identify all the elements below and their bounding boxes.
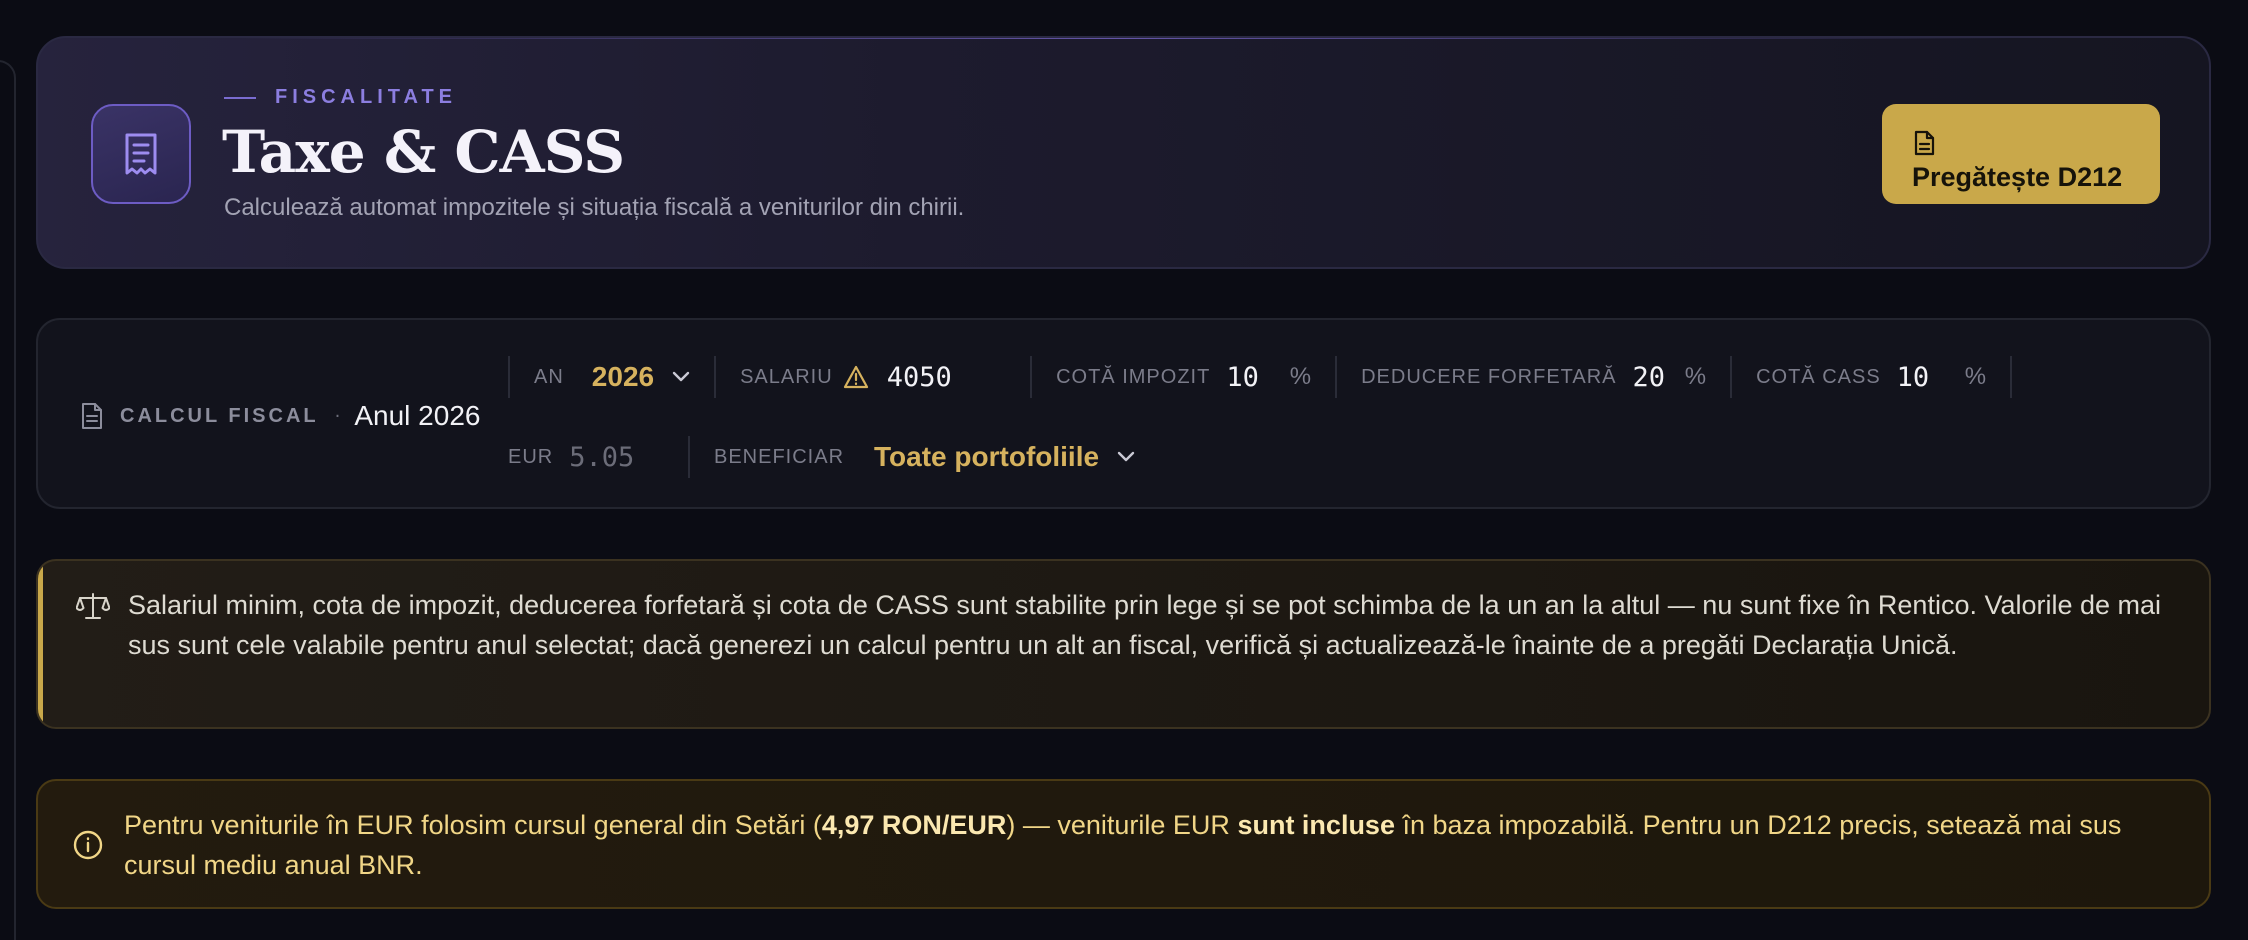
eur-rate-input[interactable]: 5.05: [569, 442, 634, 473]
scales-icon: [76, 593, 110, 619]
year-field: AN 2026: [510, 354, 714, 400]
fiscal-filter-card: CALCUL FISCAL · Anul 2026 AN 2026 SALARI…: [36, 318, 2211, 509]
prepare-d212-label: Pregătește D212: [1912, 161, 2123, 192]
salary-field: SALARIU 4050: [716, 354, 1030, 400]
document-icon: [1914, 130, 1935, 155]
flat-deduction-field: DEDUCERE FORFETARĂ 20 %: [1337, 354, 1730, 400]
chevron-down-icon: [672, 371, 690, 382]
year-label: AN: [534, 365, 564, 388]
filter-row-secondary: EUR 5.05 BENEFICIAR Toate portofoliile: [508, 434, 1159, 480]
alert-accent-bar: [38, 561, 43, 727]
tax-rate-input[interactable]: 10: [1226, 362, 1289, 393]
cass-rate-field: COTĂ CASS 10 %: [1732, 354, 2010, 400]
year-select-value: 2026: [591, 361, 655, 392]
page-title: Taxe & CASS: [222, 118, 625, 186]
eyebrow-dash: [224, 96, 256, 99]
fiscal-calc-label: CALCUL FISCAL: [120, 404, 319, 427]
cass-rate-label: COTĂ CASS: [1756, 365, 1881, 388]
flat-deduction-unit: %: [1684, 363, 1707, 390]
eur-notice-text: Pentru veniturile în EUR folosim cursul …: [124, 805, 2184, 885]
eyebrow-text: FISCALITATE: [275, 86, 458, 108]
eur-exchange-rate: 4,97 RON/EUR: [821, 810, 1007, 840]
salary-label: SALARIU: [740, 365, 833, 388]
eur-rate-field: EUR 5.05: [508, 434, 688, 480]
eur-included-emphasis: sunt incluse: [1237, 810, 1395, 840]
filter-row-primary: AN 2026 SALARIU 4050 COTĂ IMPOZIT 10 % D…: [508, 354, 2013, 400]
flat-deduction-label: DEDUCERE FORFETARĂ: [1361, 365, 1617, 388]
section-eyebrow: FISCALITATE: [224, 86, 457, 109]
beneficiary-label: BENEFICIAR: [714, 445, 845, 468]
cass-rate-unit: %: [1964, 363, 1987, 390]
tax-rate-field: COTĂ IMPOZIT 10 %: [1032, 354, 1335, 400]
selected-year-text: Anul 2026: [354, 400, 481, 431]
law-notice-alert: Salariul minim, cota de impozit, deducer…: [36, 559, 2211, 729]
chevron-down-icon: [1117, 451, 1135, 462]
fiscal-calc-heading: CALCUL FISCAL · Anul 2026: [80, 400, 480, 432]
year-select[interactable]: 2026: [592, 361, 690, 393]
heading-separator: ·: [334, 405, 341, 427]
document-icon: [82, 403, 102, 429]
cass-rate-input[interactable]: 10: [1897, 362, 1965, 393]
eur-notice-alert: Pentru veniturile în EUR folosim cursul …: [36, 779, 2211, 909]
page: FISCALITATE Taxe & CASS Calculează autom…: [0, 0, 2248, 940]
flat-deduction-input[interactable]: 20: [1633, 362, 1685, 393]
beneficiary-field: BENEFICIAR Toate portofoliile: [690, 434, 1159, 480]
divider: [2010, 356, 2013, 398]
eur-rate-label: EUR: [508, 445, 554, 468]
receipt-icon: [91, 104, 191, 204]
tax-rate-unit: %: [1289, 363, 1312, 390]
page-subtitle: Calculează automat impozitele și situați…: [224, 194, 965, 221]
tax-rate-label: COTĂ IMPOZIT: [1056, 365, 1211, 388]
info-icon: [73, 830, 103, 860]
salary-input[interactable]: 4050: [887, 362, 952, 393]
eur-notice-text-middle: ) — veniturile EUR: [1006, 810, 1238, 840]
beneficiary-select-value: Toate portofoliile: [874, 441, 1100, 472]
law-notice-text: Salariul minim, cota de impozit, deducer…: [128, 590, 2162, 660]
warning-icon: [843, 365, 868, 389]
sidebar-edge: [0, 60, 16, 940]
eur-notice-text-start: Pentru veniturile în EUR folosim cursul …: [124, 810, 822, 840]
beneficiary-select[interactable]: Toate portofoliile: [874, 441, 1135, 473]
prepare-d212-button[interactable]: Pregătește D212: [1882, 104, 2160, 204]
page-header-card: FISCALITATE Taxe & CASS Calculează autom…: [36, 36, 2211, 269]
